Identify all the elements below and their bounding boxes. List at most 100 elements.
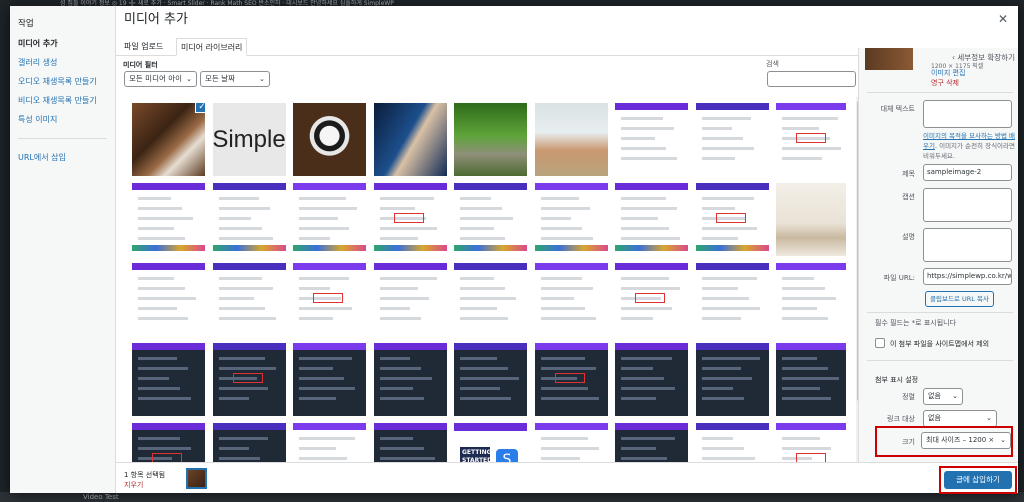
attachment-thumbnail-item[interactable] — [293, 103, 366, 176]
menu-item-create-gallery[interactable]: 갤러리 생성 — [10, 53, 115, 72]
date-filter[interactable]: 모든 날짜 ⌄ — [200, 71, 270, 87]
attachment-thumbnail-item[interactable] — [132, 263, 205, 336]
media-type-filter[interactable]: 모든 미디어 아이 ⌄ — [124, 71, 197, 87]
filter-label: 미디어 필터 — [123, 61, 158, 69]
attachment-thumbnail-item[interactable] — [776, 263, 846, 336]
tab-upload-files[interactable]: 파일 업로드 — [120, 38, 167, 56]
attachment-thumbnail-item[interactable] — [373, 343, 447, 416]
attachment-thumbnail-item[interactable] — [373, 423, 447, 462]
attachment-thumbnail-item[interactable] — [454, 263, 527, 336]
align-select[interactable]: 없음 ⌄ — [923, 388, 963, 405]
attachment-thumbnail-item[interactable] — [293, 343, 366, 416]
divider — [867, 312, 1013, 313]
thumbnail-image — [373, 263, 447, 336]
thumbnail-image — [454, 103, 527, 176]
thumbnail-image — [132, 263, 205, 336]
menu-item-video-playlist[interactable]: 비디오 재생목록 만들기 — [10, 91, 115, 110]
attachment-thumbnail-item[interactable] — [534, 263, 608, 336]
attachment-thumbnail-item[interactable] — [212, 343, 286, 416]
thumbnail-image — [534, 423, 608, 462]
attachment-thumbnail-item[interactable]: ✓ — [132, 103, 205, 176]
attachment-thumbnail-item[interactable] — [534, 343, 608, 416]
selected-thumbnail[interactable] — [186, 468, 207, 489]
attachment-thumbnail-item[interactable] — [695, 343, 769, 416]
link-to-select[interactable]: 없음 ⌄ — [923, 410, 997, 427]
edit-image-link[interactable]: 이미지 편집 — [931, 68, 965, 78]
attachment-thumbnail-item[interactable] — [695, 263, 769, 336]
attachment-thumbnail-item[interactable] — [534, 103, 608, 176]
exclude-sitemap-checkbox[interactable] — [875, 338, 885, 348]
caption-field[interactable] — [923, 188, 1012, 222]
attachment-thumbnail-item[interactable] — [212, 263, 286, 336]
description-label: 설명 — [902, 233, 915, 241]
check-icon[interactable]: ✓ — [195, 103, 205, 113]
exclude-sitemap-label: 이 첨부 파일을 사이트맵에서 제외 — [890, 340, 990, 348]
attachment-thumbnail-item[interactable] — [373, 183, 447, 256]
attachment-thumbnail-item[interactable] — [776, 343, 846, 416]
thumbnail-image — [776, 263, 846, 336]
divider — [867, 360, 1013, 361]
attachment-thumbnail-item[interactable] — [615, 183, 688, 256]
attachment-thumbnail-item[interactable] — [212, 423, 286, 462]
attachment-thumbnail-item[interactable] — [695, 423, 769, 462]
attachment-thumbnail-item[interactable] — [615, 343, 688, 416]
alt-text-help: 이미지의 목적을 묘사하는 방법 배우기. 이미지가 순전히 장식이라면 비워두… — [923, 132, 1015, 160]
attachment-thumbnail-item[interactable] — [132, 423, 205, 462]
menu-item-insert-from-url[interactable]: URL에서 삽입 — [10, 148, 115, 167]
title-field[interactable]: sampleimage-2 — [923, 164, 1012, 181]
attachments-grid: ✓ Simple GETTING STARTED S — [122, 97, 846, 462]
attachment-thumbnail-item[interactable] — [776, 183, 846, 256]
attachment-thumbnail-item[interactable] — [293, 263, 366, 336]
attachment-thumbnail-item[interactable] — [293, 183, 366, 256]
thumbnail-image — [615, 423, 688, 462]
attachment-thumbnail-item[interactable] — [534, 423, 608, 462]
attachment-thumbnail-item[interactable] — [776, 103, 846, 176]
tab-media-library[interactable]: 미디어 라이브러리 — [176, 38, 248, 56]
attachment-thumbnail-item[interactable] — [132, 183, 205, 256]
attachment-thumbnail-item[interactable] — [615, 263, 688, 336]
copy-url-button[interactable]: 클립보드로 URL 복사 — [925, 291, 994, 307]
attachment-thumbnail-item[interactable] — [373, 263, 447, 336]
attachment-details-sidebar: ‹ 세부정보 확장하기 1200 × 1175 픽셀 이미지 편집 영구 삭제 … — [858, 48, 1018, 462]
description-field[interactable] — [923, 228, 1012, 262]
attachment-thumbnail-item[interactable] — [454, 183, 527, 256]
attachment-thumbnail-item[interactable] — [132, 343, 205, 416]
file-url-label: 파일 URL: — [883, 274, 915, 282]
align-label: 정렬 — [902, 393, 915, 401]
thumbnail-image — [776, 343, 846, 416]
menu-item-add-media[interactable]: 미디어 추가 — [10, 34, 115, 53]
thumbnail-image — [454, 183, 527, 256]
attachment-thumbnail-item[interactable] — [695, 183, 769, 256]
attachment-thumbnail-item[interactable]: GETTING STARTED S — [454, 423, 527, 462]
attachment-thumbnail-item[interactable]: Simple — [212, 103, 286, 176]
chevron-down-icon: ⌄ — [1000, 436, 1006, 444]
thumbnail-image — [293, 343, 366, 416]
menu-item-featured-image[interactable]: 특성 이미지 — [10, 110, 115, 129]
search-input[interactable] — [767, 71, 856, 87]
clear-selection-link[interactable]: 지우기 — [124, 480, 143, 490]
alt-text-label: 대체 텍스트 — [880, 105, 915, 113]
media-toolbar: 미디어 필터 모든 미디어 아이 ⌄ 모든 날짜 ⌄ 검색 — [116, 56, 858, 96]
attachment-thumbnail-item[interactable] — [695, 103, 769, 176]
delete-permanently-link[interactable]: 영구 삭제 — [931, 78, 959, 88]
attachment-thumbnail-item[interactable] — [615, 103, 688, 176]
thumbnail-image — [132, 183, 205, 256]
attachment-thumbnail-item[interactable] — [454, 103, 527, 176]
size-select[interactable]: 최대 사이즈 – 1200 × ⌄ — [921, 432, 1011, 449]
attachment-thumbnail-item[interactable] — [615, 423, 688, 462]
attachment-thumbnail-item[interactable] — [454, 343, 527, 416]
attachment-thumbnail-item[interactable] — [212, 183, 286, 256]
close-icon[interactable]: ✕ — [998, 12, 1008, 26]
attachment-thumbnail-item[interactable] — [776, 423, 846, 462]
thumbnail-image — [695, 183, 769, 256]
file-url-field[interactable]: https://simplewp.co.kr/wp — [923, 268, 1012, 285]
attachment-thumbnail-item[interactable] — [373, 103, 447, 176]
alt-text-field[interactable] — [923, 100, 1012, 128]
menu-item-audio-playlist[interactable]: 오디오 재생목록 만들기 — [10, 72, 115, 91]
thumbnail-image — [534, 103, 608, 176]
thumbnail-image — [776, 183, 846, 256]
attachment-thumbnail-item[interactable] — [534, 183, 608, 256]
attachment-thumbnail-item[interactable] — [293, 423, 366, 462]
search-label: 검색 — [766, 60, 779, 68]
insert-into-post-button[interactable]: 글에 삽입하기 — [944, 471, 1012, 489]
